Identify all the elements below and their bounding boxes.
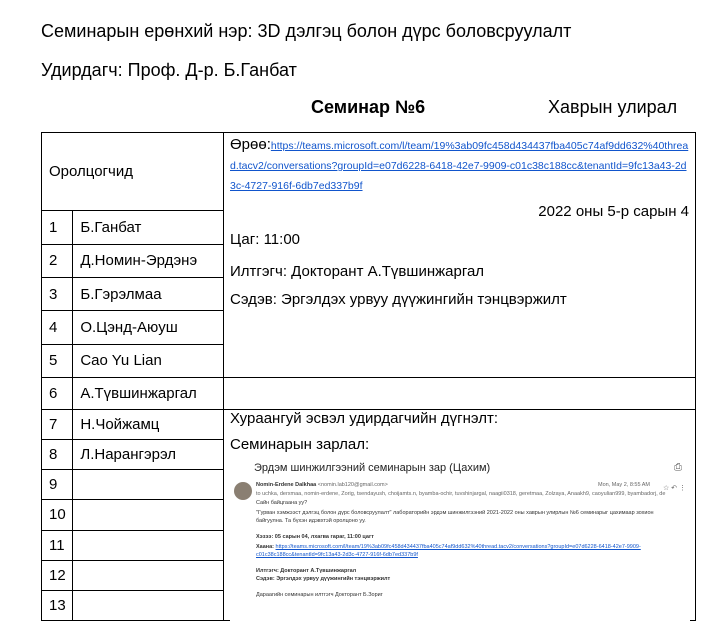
participant-number: 11 (40, 529, 74, 561)
email-sender-address: <nomin.lab120@gmail.com> (317, 482, 388, 488)
document-title: Семинарын ерөнхий нэр: 3D дэлгэц болон д… (41, 21, 572, 41)
participants-header: Оролцогчид (41, 131, 224, 212)
participant-name: Б.Гэрэлмаа (72, 277, 224, 312)
blank-cell (223, 377, 696, 410)
participant-name (72, 499, 224, 531)
participant-number: 7 (40, 408, 74, 441)
participant-number: 3 (40, 277, 74, 312)
participant-name: О.Цэнд-Аюуш (72, 310, 224, 345)
participant-name: Cao Yu Lian (72, 343, 224, 379)
avatar (234, 482, 252, 500)
session-time: Цаг: 11:00 (230, 231, 300, 248)
seminar-table: Оролцогчид Өрөө:https://teams.microsoft.… (40, 131, 696, 622)
more-icon[interactable]: ⋮ (679, 485, 686, 492)
email-greeting: Сайн байцгаана уу? (256, 500, 308, 506)
email-topic: Сэдэв: Эргэлдэх урвуу дүүжингийн тэнцвэр… (256, 576, 391, 582)
participant-number: 6 (40, 377, 74, 410)
participant-number: 5 (40, 343, 74, 379)
print-icon[interactable]: ⎙ (674, 462, 682, 473)
email-screenshot: Эрдэм шинжилгээний семинарын зар (Цахим)… (230, 462, 690, 622)
semester-label: Хаврын улирал (548, 97, 678, 117)
room-block: Өрөө:https://teams.microsoft.com/l/team/… (224, 133, 695, 196)
reply-icon[interactable]: ↶ (671, 485, 677, 492)
supervisor-line: Удирдагч: Проф. Д-р. Б.Ганбат (41, 60, 297, 80)
participant-number: 4 (40, 310, 74, 345)
presenter-line: Илтгэгч: Докторант А.Түвшинжаргал (230, 263, 485, 280)
summary-label: Хураангуй эсвэл удирдагчийн дүгнэлт: (230, 410, 499, 427)
participant-number: 13 (40, 589, 74, 622)
participant-number: 10 (40, 499, 74, 531)
participant-name: Н.Чойжамц (72, 408, 224, 441)
email-actions: ☆ ↶ ⋮ (663, 484, 686, 492)
participant-number: 2 (40, 243, 74, 279)
email-where-label: Хаана: (256, 544, 274, 550)
email-date: Mon, May 2, 8:55 AM (598, 482, 650, 488)
seminar-number: Семинар №6 (311, 97, 426, 117)
session-info-cell: Өрөө:https://teams.microsoft.com/l/team/… (223, 132, 696, 378)
participant-name (72, 529, 224, 561)
email-where-link[interactable]: https://teams.microsoft.com/l/team/19%3a… (256, 544, 641, 558)
email-body: "Гурван хэмжээст дэлгэц болон дүрс болов… (256, 510, 654, 524)
participant-number: 9 (40, 469, 74, 501)
room-label: Өрөө: (230, 136, 271, 153)
announcement-cell: Хураангуй эсвэл удирдагчийн дүгнэлт: Сем… (223, 409, 696, 622)
participant-name: Л.Нарангэрэл (72, 439, 224, 471)
topic-line: Сэдэв: Эргэлдэх урвуу дүүжингийн тэнцвэр… (230, 291, 567, 308)
announce-label: Семинарын зарлал: (230, 436, 370, 453)
participant-name: Б.Ганбат (72, 210, 224, 245)
email-footer: Дараагийн семинарын илтгэгч Докторант Б.… (256, 592, 383, 598)
participant-number: 12 (40, 559, 74, 591)
email-sender-name: Nomin-Erdene Dalkhaa (256, 482, 317, 488)
participant-name: А.Түвшинжаргал (72, 377, 224, 410)
participant-number: 1 (40, 210, 74, 245)
email-subject: Эрдэм шинжилгээний семинарын зар (Цахим) (254, 462, 491, 474)
participant-number: 8 (40, 439, 74, 471)
participant-name (72, 589, 224, 622)
email-presenter: Илтгэгч: Докторант А.Түвшинжаргал (256, 568, 357, 574)
session-date: 2022 оны 5-р сарын 4 (538, 203, 689, 220)
email-sender: Nomin-Erdene Dalkhaa <nomin.lab120@gmail… (256, 482, 388, 488)
participant-name: Д.Номин-Эрдэнэ (72, 243, 224, 279)
email-when: Хэзээ: 05 сарын 04, лхагва гараг, 11:00 … (256, 534, 374, 540)
participant-name (72, 559, 224, 591)
room-link[interactable]: https://teams.microsoft.com/l/team/19%3a… (230, 140, 688, 192)
email-recipients: to uchka, derxmaa, nomin-erdene, Zorig, … (256, 491, 666, 497)
email-where: Хаана: https://teams.microsoft.com/l/tea… (256, 543, 676, 559)
participant-name (72, 469, 224, 501)
